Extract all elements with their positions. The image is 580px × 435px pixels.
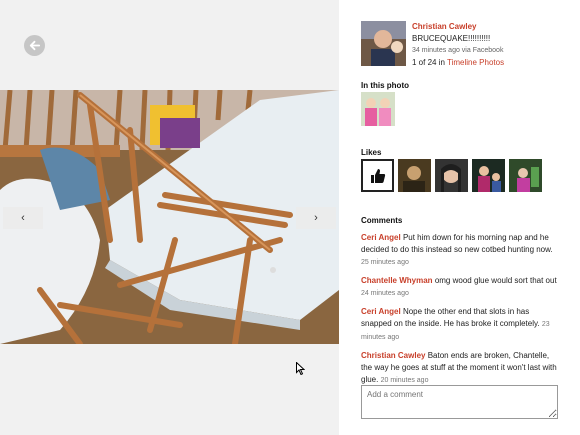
chevron-right-icon: › bbox=[314, 212, 318, 224]
comments-heading: Comments bbox=[361, 216, 403, 225]
post-details: Christian Cawley BRUCEQUAKE!!!!!!!!!! 34… bbox=[412, 21, 572, 69]
back-button[interactable] bbox=[24, 35, 45, 56]
chevron-left-icon: ‹ bbox=[21, 212, 25, 224]
main-photo bbox=[0, 90, 339, 344]
comment: Christian Cawley Baton ends are broken, … bbox=[361, 350, 557, 387]
liker-avatar[interactable] bbox=[472, 159, 505, 192]
add-comment-input[interactable] bbox=[361, 385, 558, 419]
liker-avatar[interactable] bbox=[509, 159, 542, 192]
like-button[interactable] bbox=[361, 159, 394, 192]
album-link[interactable]: Timeline Photos bbox=[447, 58, 504, 67]
comments-list: Ceri Angel Put him down for his morning … bbox=[361, 232, 557, 393]
author-avatar[interactable] bbox=[361, 21, 406, 66]
details-panel: Christian Cawley BRUCEQUAKE!!!!!!!!!! 34… bbox=[339, 0, 580, 435]
comment-time: 20 minutes ago bbox=[380, 377, 429, 384]
post-message: BRUCEQUAKE!!!!!!!!!! bbox=[412, 34, 491, 43]
album-position-prefix: 1 of 24 in bbox=[412, 58, 445, 67]
comment-time: 24 minutes ago bbox=[361, 290, 409, 297]
liker-avatar[interactable] bbox=[398, 159, 431, 192]
comment: Chantelle Whyman omg wood glue would sor… bbox=[361, 275, 557, 300]
comment: Ceri Angel Put him down for his morning … bbox=[361, 232, 557, 269]
post-meta: 34 minutes ago via Facebook bbox=[412, 47, 504, 54]
likes-heading: Likes bbox=[361, 148, 382, 157]
likes-row bbox=[361, 159, 542, 192]
comment-author-link[interactable]: Chantelle Whyman bbox=[361, 276, 433, 285]
previous-photo-button[interactable]: ‹ bbox=[3, 207, 43, 229]
comment-time: 25 minutes ago bbox=[361, 259, 409, 266]
comment-text: omg wood glue would sort that out bbox=[434, 276, 557, 285]
thumbs-up-icon bbox=[370, 168, 385, 183]
in-this-photo-heading: In this photo bbox=[361, 81, 409, 90]
album-position: 1 of 24 in Timeline Photos bbox=[412, 57, 572, 69]
next-photo-button[interactable]: › bbox=[296, 207, 336, 229]
comment-author-link[interactable]: Christian Cawley bbox=[361, 351, 425, 360]
liker-avatar[interactable] bbox=[435, 159, 468, 192]
post-author-link[interactable]: Christian Cawley bbox=[412, 21, 572, 33]
comment-author-link[interactable]: Ceri Angel bbox=[361, 233, 401, 242]
mouse-cursor-icon bbox=[296, 362, 305, 375]
comment-author-link[interactable]: Ceri Angel bbox=[361, 307, 401, 316]
tagged-person-thumbnail[interactable] bbox=[361, 92, 395, 126]
photo-viewer: ‹ › bbox=[0, 0, 339, 435]
comment: Ceri Angel Nope the other end that slots… bbox=[361, 306, 557, 344]
back-arrow-icon bbox=[29, 40, 41, 51]
